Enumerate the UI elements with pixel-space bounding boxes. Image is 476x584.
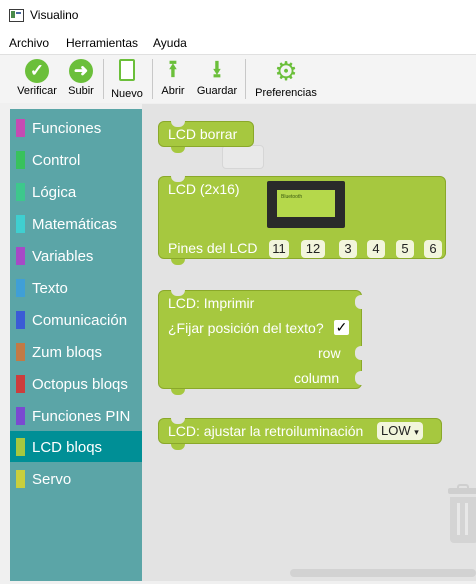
category-color-swatch xyxy=(16,375,25,393)
preferences-button[interactable]: ⚙ Preferencias xyxy=(252,56,320,99)
lcd-clear-block[interactable]: LCD borrar xyxy=(158,121,254,153)
row-input-label: row xyxy=(318,345,341,361)
new-file-icon xyxy=(119,59,135,81)
upload-arrow-icon: ⭱ xyxy=(168,56,178,83)
new-label: Nuevo xyxy=(111,88,143,100)
trash-lid xyxy=(448,488,476,494)
category-color-swatch xyxy=(16,438,25,456)
category-label: Matemáticas xyxy=(32,216,118,233)
title-bar: Visualino xyxy=(0,0,476,32)
toolbar-separator xyxy=(245,59,246,99)
category-funciones-pin[interactable]: Funciones PIN xyxy=(10,400,142,431)
menu-herramientas[interactable]: Herramientas xyxy=(66,36,138,50)
verify-label: Verificar xyxy=(17,85,57,97)
arrow-right-icon: ➜ xyxy=(69,59,93,83)
trash-bin xyxy=(450,497,476,543)
new-button[interactable]: Nuevo xyxy=(109,59,145,100)
category-color-swatch xyxy=(16,470,25,488)
category-color-swatch xyxy=(16,215,25,233)
open-button[interactable]: ⭱ Abrir xyxy=(158,56,188,98)
lcd-pins-label: Pines del LCD xyxy=(168,240,258,256)
category-control[interactable]: Control xyxy=(10,144,142,175)
category-servo[interactable]: Servo xyxy=(10,463,142,494)
trash-icon[interactable] xyxy=(444,484,476,546)
lcd-screen-text: Bluetooth xyxy=(281,194,303,200)
category-lcd-bloqs[interactable]: LCD bloqs xyxy=(10,431,142,462)
download-arrow-icon: ⭳ xyxy=(212,56,222,83)
menu-archivo[interactable]: Archivo xyxy=(9,36,49,50)
category-label: Octopus bloqs xyxy=(32,376,128,393)
category-label: Funciones PIN xyxy=(32,408,131,425)
lcd-screen: Bluetooth xyxy=(277,190,335,217)
pin-field[interactable]: 3 xyxy=(339,240,357,258)
category-texto[interactable]: Texto xyxy=(10,272,142,303)
column-input-label: column xyxy=(294,370,340,386)
lcd-print-label: LCD: Imprimir xyxy=(168,295,255,311)
lcd-clear-label: LCD borrar xyxy=(168,126,238,142)
app-icon xyxy=(9,9,24,22)
lcd-init-block[interactable]: LCD (2x16) Bluetooth Pines del LCD 11 12… xyxy=(158,176,446,265)
category-label: Comunicación xyxy=(32,312,128,329)
lcd-print-block[interactable]: LCD: Imprimir ¿Fijar posición del texto?… xyxy=(158,290,363,395)
category-label: Lógica xyxy=(32,184,77,201)
pin-field[interactable]: 5 xyxy=(396,240,414,258)
category-label: Texto xyxy=(32,280,68,297)
value-input-socket[interactable] xyxy=(355,295,363,309)
category-label: LCD bloqs xyxy=(32,439,103,456)
category-label: Servo xyxy=(32,471,72,488)
save-label: Guardar xyxy=(196,85,238,97)
category-comunicacion[interactable]: Comunicación xyxy=(10,304,142,335)
fix-position-label: ¿Fijar posición del texto? xyxy=(168,320,324,336)
pin-field[interactable]: 4 xyxy=(367,240,385,258)
category-matematicas[interactable]: Matemáticas xyxy=(10,208,142,239)
category-label: Funciones xyxy=(32,120,102,137)
category-color-swatch xyxy=(16,151,25,169)
category-variables[interactable]: Variables xyxy=(10,240,142,271)
category-label: Control xyxy=(32,152,81,169)
toolbar-separator xyxy=(103,59,104,99)
open-label: Abrir xyxy=(161,85,185,97)
menu-bar: Archivo Herramientas Ayuda xyxy=(0,32,476,54)
backlight-value: LOW xyxy=(381,423,411,438)
preferences-label: Preferencias xyxy=(255,87,317,99)
category-zum-bloqs[interactable]: Zum bloqs xyxy=(10,336,142,367)
category-color-swatch xyxy=(16,247,25,265)
lcd-display-image: Bluetooth xyxy=(267,181,345,228)
pin-field[interactable]: 11 xyxy=(269,240,289,258)
row-input-socket[interactable] xyxy=(355,346,363,360)
chevron-down-icon: ▾ xyxy=(414,427,419,437)
pin-field[interactable]: 6 xyxy=(424,240,442,258)
lcd-init-label: LCD (2x16) xyxy=(168,181,240,197)
backlight-dropdown[interactable]: LOW ▾ xyxy=(377,422,423,440)
category-color-swatch xyxy=(16,183,25,201)
column-input-socket[interactable] xyxy=(355,371,363,385)
category-octopus-bloqs[interactable]: Octopus bloqs xyxy=(10,368,142,399)
toolbox-sidebar: Funciones Control Lógica Matemáticas Var… xyxy=(10,109,142,581)
menu-ayuda[interactable]: Ayuda xyxy=(153,36,187,50)
category-label: Zum bloqs xyxy=(32,344,103,361)
category-color-swatch xyxy=(16,311,25,329)
category-funciones[interactable]: Funciones xyxy=(10,112,142,143)
upload-button[interactable]: ➜ Subir xyxy=(64,59,98,97)
fix-position-checkbox[interactable]: ✓ xyxy=(334,320,349,335)
toolbar-separator xyxy=(152,59,153,99)
pin-field[interactable]: 12 xyxy=(301,240,325,258)
save-button[interactable]: ⭳ Guardar xyxy=(196,56,238,98)
category-logica[interactable]: Lógica xyxy=(10,176,142,207)
lcd-backlight-block[interactable]: LCD: ajustar la retroiluminación LOW ▾ xyxy=(158,418,442,450)
category-color-swatch xyxy=(16,343,25,361)
category-color-swatch xyxy=(16,279,25,297)
category-label: Variables xyxy=(32,248,94,265)
gear-icon: ⚙ xyxy=(274,56,298,86)
verify-button[interactable]: ✓ Verificar xyxy=(14,59,60,97)
window-title: Visualino xyxy=(30,8,79,22)
horizontal-scrollbar[interactable] xyxy=(290,569,476,577)
category-color-swatch xyxy=(16,119,25,137)
lcd-backlight-label: LCD: ajustar la retroiluminación xyxy=(168,423,364,439)
toolbar: ✓ Verificar ➜ Subir Nuevo ⭱ Abrir ⭳ Guar… xyxy=(0,54,476,104)
check-icon: ✓ xyxy=(25,59,49,83)
category-color-swatch xyxy=(16,407,25,425)
connector-ghost xyxy=(222,145,264,169)
upload-label: Subir xyxy=(68,85,94,97)
